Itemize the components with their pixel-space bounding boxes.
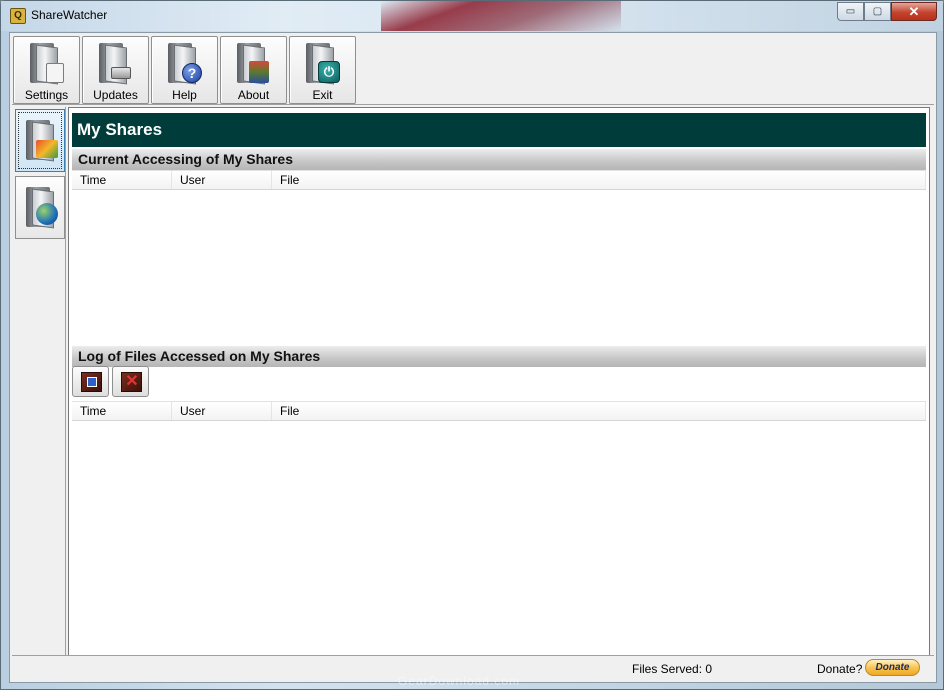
network-folder-icon	[26, 187, 60, 229]
about-label: About	[237, 88, 270, 102]
column-header-file[interactable]: File	[272, 402, 926, 420]
log-column-header: Time User File	[72, 401, 926, 421]
column-header-user[interactable]: User	[172, 402, 272, 420]
donate-prompt: Donate?	[817, 662, 863, 676]
column-header-time[interactable]: Time	[72, 402, 172, 420]
settings-folder-icon	[30, 43, 64, 85]
app-window: Q ShareWatcher ▭ ▢ ✕ Settings Updates ? …	[0, 0, 944, 690]
my-shares-folder-icon	[26, 120, 60, 162]
current-access-column-header: Time User File	[72, 170, 926, 190]
nav-network-shares[interactable]	[15, 176, 65, 239]
nav-my-shares[interactable]	[15, 109, 65, 172]
about-button[interactable]: About	[220, 36, 287, 104]
column-header-user[interactable]: User	[172, 171, 272, 189]
side-navigation	[12, 107, 66, 681]
minimize-button[interactable]: ▭	[837, 2, 864, 21]
updates-button[interactable]: Updates	[82, 36, 149, 104]
settings-button[interactable]: Settings	[13, 36, 80, 104]
column-header-file[interactable]: File	[272, 171, 926, 189]
save-log-icon	[81, 372, 102, 392]
log-list[interactable]	[72, 421, 926, 649]
updates-folder-icon	[99, 43, 133, 85]
page-title: My Shares	[72, 113, 926, 147]
maximize-button[interactable]: ▢	[864, 2, 891, 21]
close-icon: ✕	[908, 3, 920, 19]
help-button[interactable]: ? Help	[151, 36, 218, 104]
donate-button[interactable]: Donate	[865, 659, 920, 676]
updates-label: Updates	[93, 88, 138, 102]
watermark: GearDownload.com	[398, 674, 521, 688]
main-content: My Shares Current Accessing of My Shares…	[68, 107, 930, 681]
log-toolbar: ✕	[72, 366, 152, 400]
files-served-status: Files Served: 0	[632, 662, 713, 676]
column-header-time[interactable]: Time	[72, 171, 172, 189]
window-controls: ▭ ▢ ✕	[837, 2, 937, 21]
current-access-header: Current Accessing of My Shares	[72, 149, 926, 170]
client-area: Settings Updates ? Help About ⏻ Exit My …	[9, 32, 937, 683]
title-bar[interactable]: Q ShareWatcher ▭ ▢ ✕	[1, 1, 943, 31]
clear-log-icon: ✕	[121, 372, 142, 392]
save-log-button[interactable]	[72, 366, 109, 397]
exit-folder-icon: ⏻	[306, 43, 340, 85]
window-title: ShareWatcher	[31, 8, 108, 22]
minimize-icon: ▭	[845, 6, 856, 17]
help-label: Help	[172, 88, 197, 102]
current-access-list[interactable]	[72, 190, 926, 345]
toolbar: Settings Updates ? Help About ⏻ Exit	[12, 35, 934, 105]
close-button[interactable]: ✕	[891, 2, 937, 21]
settings-label: Settings	[24, 88, 69, 102]
about-folder-icon	[237, 43, 271, 85]
exit-button[interactable]: ⏻ Exit	[289, 36, 356, 104]
clear-log-button[interactable]: ✕	[112, 366, 149, 397]
exit-label: Exit	[312, 88, 333, 102]
title-bar-decoration	[381, 1, 621, 31]
app-icon[interactable]: Q	[10, 8, 26, 24]
maximize-icon: ▢	[872, 6, 883, 17]
log-header: Log of Files Accessed on My Shares	[72, 346, 926, 367]
help-folder-icon: ?	[168, 43, 202, 85]
